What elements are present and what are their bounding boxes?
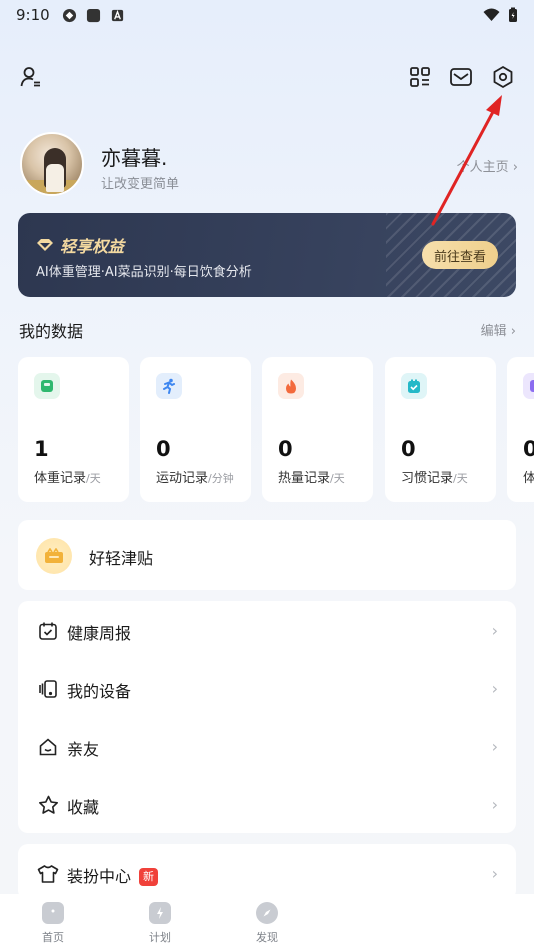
tab-discover[interactable]: 发现 (237, 902, 297, 948)
vip-description: AI体重管理·AI菜品识别·每日饮食分析 (36, 265, 252, 280)
favorites-label: 收藏 (67, 798, 100, 817)
chevron-right-icon: › (491, 795, 498, 814)
edit-data-link[interactable]: 编辑 › (481, 320, 516, 339)
settings-menu: 健康周报 › 我的设备 › 亲友 › 收藏 › (18, 601, 516, 833)
data-card-exercise[interactable]: 0 运动记录/分钟 (140, 357, 251, 502)
tab-plan-label: 计划 (149, 931, 171, 944)
new-badge: 新 (139, 868, 159, 886)
vip-title: 轻享权益 (36, 233, 124, 257)
data-card-calories[interactable]: 0 热量记录/天 (262, 357, 373, 502)
dress-up-label: 装扮中心 (67, 867, 132, 886)
data-card-weight[interactable]: 1 体重记录/天 (18, 357, 129, 502)
habit-value: 0 (401, 437, 416, 461)
health-report-label: 健康周报 (67, 624, 132, 643)
data-card-partial[interactable]: 0 体 (507, 357, 534, 502)
personal-homepage-link[interactable]: 个人主页 › (457, 156, 518, 175)
coupon-icon (36, 538, 72, 574)
running-icon (156, 373, 182, 399)
scale-icon (34, 373, 60, 399)
menu-item-family[interactable]: 亲友 › (18, 717, 516, 775)
square-notification-icon (86, 8, 100, 22)
view-benefits-button[interactable]: 前往查看 (422, 241, 498, 269)
tab-home[interactable]: 首页 (23, 902, 83, 948)
purple-icon (523, 373, 534, 399)
vip-benefits-banner[interactable]: 轻享权益 AI体重管理·AI菜品识别·每日饮食分析 前往查看 (18, 213, 516, 297)
weight-value: 1 (34, 437, 49, 461)
account-switch-icon[interactable] (18, 64, 44, 90)
chevron-right-icon: › (491, 679, 498, 698)
my-data-title: 我的数据 (19, 322, 84, 341)
chevron-right-icon: › (491, 737, 498, 756)
data-card-habit[interactable]: 0 习惯记录/天 (385, 357, 496, 502)
subsidy-entry[interactable]: 好轻津贴 (18, 520, 516, 590)
user-name: 亦暮暮. (101, 146, 168, 170)
dress-up-center-entry[interactable]: 装扮中心新 › (18, 844, 516, 900)
tab-home-label: 首页 (42, 931, 64, 944)
chevron-right-icon: › (491, 621, 498, 640)
tshirt-icon (37, 863, 59, 885)
scan-icon[interactable] (407, 64, 433, 90)
home-icon (37, 736, 59, 758)
calories-unit: /天 (330, 472, 345, 485)
habit-label: 习惯记录 (401, 471, 454, 486)
habit-unit: /天 (453, 472, 468, 485)
plan-tab-icon (149, 902, 171, 924)
exercise-unit: /分钟 (208, 472, 234, 485)
partial-value: 0 (523, 437, 534, 461)
tab-plan[interactable]: 计划 (130, 902, 190, 948)
subsidy-label: 好轻津贴 (89, 549, 154, 568)
menu-item-health-report[interactable]: 健康周报 › (18, 601, 516, 659)
weight-unit: /天 (86, 472, 101, 485)
top-action-bar (0, 64, 534, 94)
family-label: 亲友 (67, 740, 100, 759)
habit-icon (401, 373, 427, 399)
profile-header[interactable]: 亦暮暮. 让改变更简单 个人主页 › (20, 132, 520, 196)
compass-tab-icon (256, 902, 278, 924)
bottom-tab-bar: 首页 计划 发现 (0, 894, 534, 950)
avatar[interactable] (20, 132, 84, 196)
device-icon (37, 678, 59, 700)
home-tab-icon (42, 902, 64, 924)
exercise-value: 0 (156, 437, 171, 461)
a-notification-icon (111, 9, 123, 21)
star-icon (37, 794, 59, 816)
battery-icon (509, 7, 517, 22)
flame-icon (278, 373, 304, 399)
vip-title-text: 轻享权益 (60, 237, 125, 256)
tab-discover-label: 发现 (256, 931, 278, 944)
weight-label: 体重记录 (34, 471, 87, 486)
diamond-icon (37, 239, 53, 251)
settings-icon[interactable] (490, 64, 516, 90)
wifi-icon (483, 8, 500, 21)
chevron-right-icon: › (491, 864, 498, 883)
message-icon[interactable] (448, 64, 474, 90)
calories-value: 0 (278, 437, 293, 461)
menu-item-devices[interactable]: 我的设备 › (18, 659, 516, 717)
status-bar: 9:10 (0, 0, 534, 30)
exercise-label: 运动记录 (156, 471, 209, 486)
data-cards: 1 体重记录/天 0 运动记录/分钟 0 热量记录/天 0 习惯记录/天 0 体 (18, 357, 534, 502)
partial-label: 体 (523, 471, 534, 486)
devices-label: 我的设备 (67, 682, 132, 701)
menu-item-favorites[interactable]: 收藏 › (18, 775, 516, 833)
calendar-icon (37, 620, 59, 642)
calories-label: 热量记录 (278, 471, 331, 486)
app-notification-icon (62, 8, 76, 22)
status-time: 9:10 (16, 6, 50, 24)
user-slogan: 让改变更简单 (101, 177, 180, 192)
